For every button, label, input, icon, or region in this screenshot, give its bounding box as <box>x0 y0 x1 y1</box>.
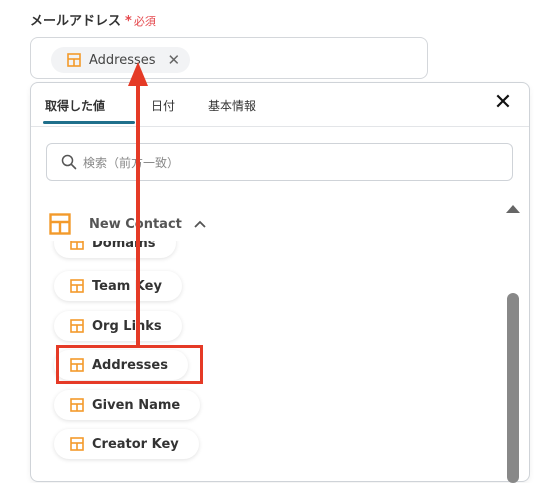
table-icon <box>70 279 84 293</box>
table-icon <box>67 53 81 67</box>
list-item[interactable]: Team Key <box>54 271 182 301</box>
item-label: Creator Key <box>92 436 179 452</box>
search-placeholder: 検索（前方一致） <box>83 155 180 170</box>
list-item-addresses[interactable]: Addresses <box>54 350 188 380</box>
chip-label: Addresses <box>89 52 156 68</box>
table-icon <box>70 437 84 451</box>
item-label: Org Links <box>92 318 162 334</box>
required-text: 必須 <box>133 15 156 28</box>
chevron-up-icon[interactable] <box>194 220 206 228</box>
group-label: New Contact <box>89 216 182 232</box>
table-icon <box>70 358 84 372</box>
table-icon <box>70 241 84 250</box>
tab-bar: 取得した値 日付 基本情報 ✕ <box>31 83 529 127</box>
item-label: Domains <box>92 241 156 251</box>
required-mark: * <box>125 14 132 29</box>
search-input[interactable]: 検索（前方一致） <box>46 143 513 181</box>
value-chip[interactable]: Addresses ✕ <box>51 47 191 73</box>
close-icon[interactable]: ✕ <box>493 92 513 114</box>
list-item[interactable]: Org Links <box>54 311 182 341</box>
tab-date[interactable]: 日付 <box>151 97 175 114</box>
field-label-text: メールアドレス <box>30 14 122 29</box>
list-item[interactable]: Domains <box>54 241 176 258</box>
item-label: Addresses <box>92 357 168 373</box>
group-header-new-contact[interactable]: New Contact <box>49 213 206 235</box>
field-label: メールアドレス * 必須 <box>30 10 156 29</box>
item-label: Given Name <box>92 397 181 413</box>
tab-retrieved-values[interactable]: 取得した値 <box>45 97 105 114</box>
tab-basic-info[interactable]: 基本情報 <box>208 97 256 114</box>
item-label: Team Key <box>92 278 162 294</box>
scroll-up-arrow[interactable] <box>506 205 520 213</box>
search-icon <box>61 154 77 170</box>
value-picker-panel: 取得した値 日付 基本情報 ✕ 検索（前方一致） New Contact Dom… <box>30 82 530 483</box>
table-icon <box>70 398 84 412</box>
table-icon <box>70 319 84 333</box>
list-item[interactable]: Given Name <box>54 390 201 420</box>
item-list: Domains Team Key Org Links Addresses Giv… <box>41 241 511 481</box>
chip-close-icon[interactable]: ✕ <box>168 51 181 69</box>
active-tab-indicator <box>43 121 135 124</box>
list-item[interactable]: Creator Key <box>54 429 199 459</box>
table-icon <box>49 213 71 235</box>
email-field[interactable]: Addresses ✕ <box>30 37 428 79</box>
